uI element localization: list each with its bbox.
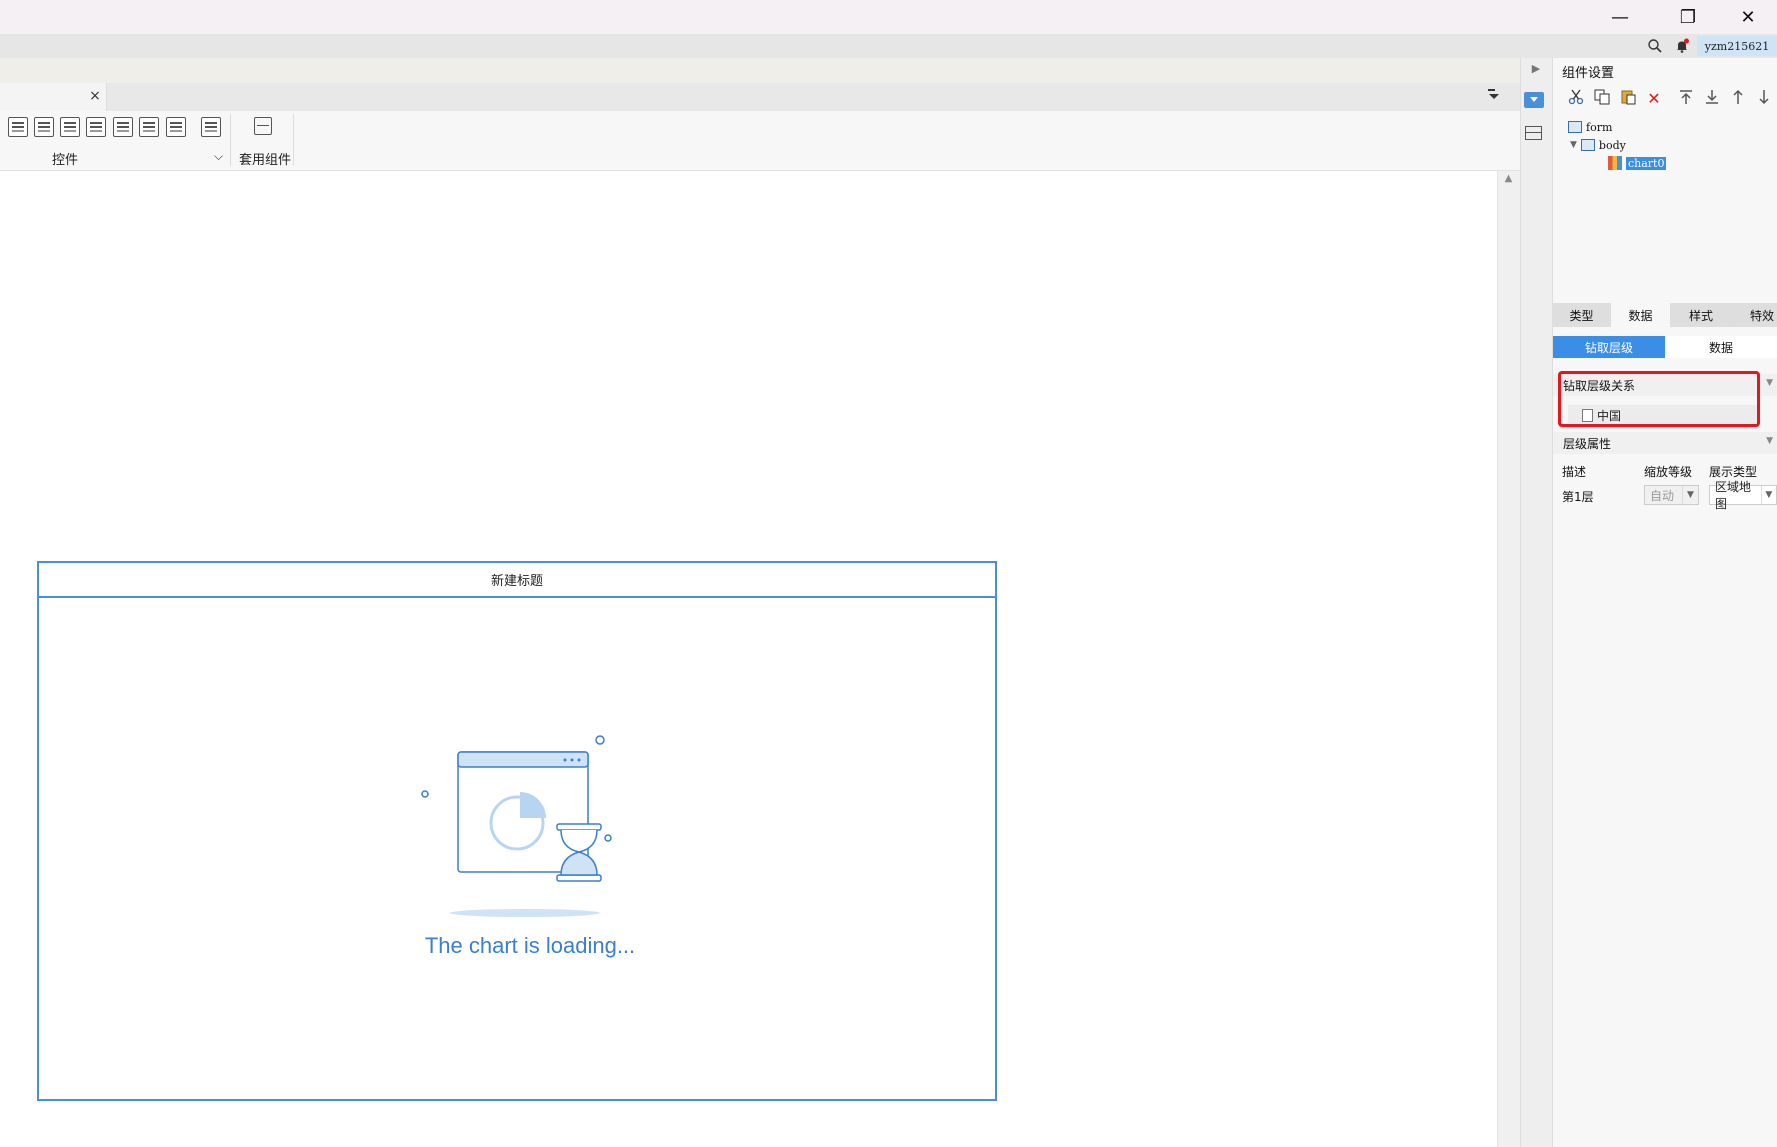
tab-menu-icon[interactable] bbox=[1487, 88, 1505, 106]
move-to-top-icon[interactable] bbox=[1676, 89, 1696, 109]
chart-icon bbox=[1608, 156, 1622, 170]
paste-icon[interactable] bbox=[1618, 89, 1638, 109]
tree-node-chart[interactable]: chart0 bbox=[1608, 154, 1667, 172]
calendar-control-icon[interactable] bbox=[60, 117, 80, 137]
panel-title: 组件设置 bbox=[1562, 66, 1615, 81]
chevron-right-icon[interactable]: ▶ bbox=[1528, 62, 1544, 78]
ribbon-divider bbox=[230, 114, 231, 166]
tab-style[interactable]: 样式 bbox=[1671, 303, 1732, 327]
zoom-level-select: 自动 ▼ bbox=[1644, 485, 1699, 505]
collapse-icon[interactable]: ▼ bbox=[1766, 436, 1773, 446]
preview-search-icon[interactable] bbox=[201, 117, 221, 137]
tree-node-form[interactable]: form bbox=[1568, 118, 1612, 136]
chevron-down-icon[interactable]: ▼ bbox=[1760, 486, 1776, 504]
canvas-scrollbar[interactable] bbox=[1497, 171, 1520, 1147]
subtab-drill-level[interactable]: 钻取层级 bbox=[1553, 336, 1665, 358]
radio-group-icon[interactable] bbox=[139, 117, 159, 137]
select-value: 自动 bbox=[1650, 488, 1675, 503]
designer-strip bbox=[0, 58, 1520, 83]
tab-close-icon[interactable]: × bbox=[86, 87, 104, 105]
side-icon-column bbox=[1520, 58, 1552, 1147]
move-to-bottom-icon[interactable] bbox=[1702, 89, 1722, 109]
bell-icon[interactable] bbox=[1674, 38, 1690, 54]
number-control-icon[interactable] bbox=[86, 117, 106, 137]
collapse-icon[interactable]: ▼ bbox=[1766, 378, 1773, 388]
checkbox-group-icon[interactable] bbox=[166, 117, 186, 137]
close-window-button[interactable]: ✕ bbox=[1720, 0, 1776, 34]
move-down-icon[interactable] bbox=[1754, 89, 1774, 109]
display-type-select[interactable]: 区域地图 ▼ bbox=[1709, 480, 1777, 511]
user-badge[interactable]: yzm215621 bbox=[1697, 36, 1777, 56]
chart-loading-illustration bbox=[405, 730, 645, 930]
title-bar bbox=[0, 0, 1777, 34]
section-title: 层级属性 bbox=[1563, 436, 1612, 451]
minimize-button[interactable]: — bbox=[1592, 0, 1648, 34]
data-subtabs: 钻取层级 数据 bbox=[1553, 336, 1777, 358]
component-settings-icon[interactable] bbox=[1524, 92, 1544, 108]
search-icon[interactable] bbox=[1647, 38, 1663, 54]
tree-node-label: body bbox=[1598, 138, 1626, 152]
scroll-up-icon[interactable]: ▲ bbox=[1497, 171, 1520, 187]
level-name: 第1层 bbox=[1562, 490, 1594, 504]
layout-icon[interactable] bbox=[1525, 126, 1542, 140]
cut-icon[interactable] bbox=[1566, 89, 1586, 109]
chart-loading-text: The chart is loading... bbox=[424, 933, 636, 958]
text-control-icon[interactable] bbox=[113, 117, 133, 137]
chevron-down-icon[interactable]: ⌵ bbox=[214, 149, 223, 164]
controls-group-label: 控件 bbox=[52, 153, 79, 168]
component-settings-panel bbox=[1552, 58, 1777, 1147]
tree-node-label: chart0 bbox=[1626, 156, 1667, 170]
dropdown-control-icon[interactable] bbox=[8, 117, 28, 137]
chevron-down-icon: ▼ bbox=[1682, 486, 1698, 504]
preset-component-icon[interactable] bbox=[254, 117, 272, 135]
tab-effects[interactable]: 特效 bbox=[1732, 303, 1777, 327]
ribbon-toolbar bbox=[0, 111, 1520, 171]
move-up-icon[interactable] bbox=[1728, 89, 1748, 109]
level-attributes-section-header[interactable]: 层级属性 ▼ bbox=[1553, 432, 1777, 454]
restore-button[interactable]: ❐ bbox=[1660, 0, 1716, 34]
chart-title[interactable]: 新建标题 bbox=[37, 561, 997, 598]
tree-node-label: form bbox=[1586, 120, 1613, 134]
body-icon bbox=[1580, 139, 1595, 151]
delete-icon[interactable]: ✕ bbox=[1644, 89, 1664, 109]
subtab-data[interactable]: 数据 bbox=[1665, 336, 1777, 358]
zoom-column-header: 缩放等级 bbox=[1644, 465, 1693, 479]
tab-data[interactable]: 数据 bbox=[1611, 303, 1671, 327]
copy-icon[interactable] bbox=[1592, 89, 1612, 109]
red-highlight-annotation bbox=[1558, 371, 1760, 427]
desc-column-header: 描述 bbox=[1562, 465, 1587, 479]
tree-node-body[interactable]: ▼ body bbox=[1570, 136, 1626, 154]
ribbon-divider bbox=[293, 114, 294, 166]
preset-component-label[interactable]: 套用组件 bbox=[239, 149, 291, 168]
form-icon bbox=[1568, 121, 1582, 133]
expand-toggle-icon[interactable]: ▼ bbox=[1570, 140, 1577, 150]
top-status-bar bbox=[0, 34, 1777, 58]
select-value: 区域地图 bbox=[1715, 480, 1752, 511]
settings-tabs: 类型 数据 样式 特效 bbox=[1553, 303, 1777, 327]
editor-tab-bar bbox=[0, 83, 1520, 111]
tab-type[interactable]: 类型 bbox=[1553, 303, 1611, 327]
form-control-icon[interactable] bbox=[34, 117, 54, 137]
